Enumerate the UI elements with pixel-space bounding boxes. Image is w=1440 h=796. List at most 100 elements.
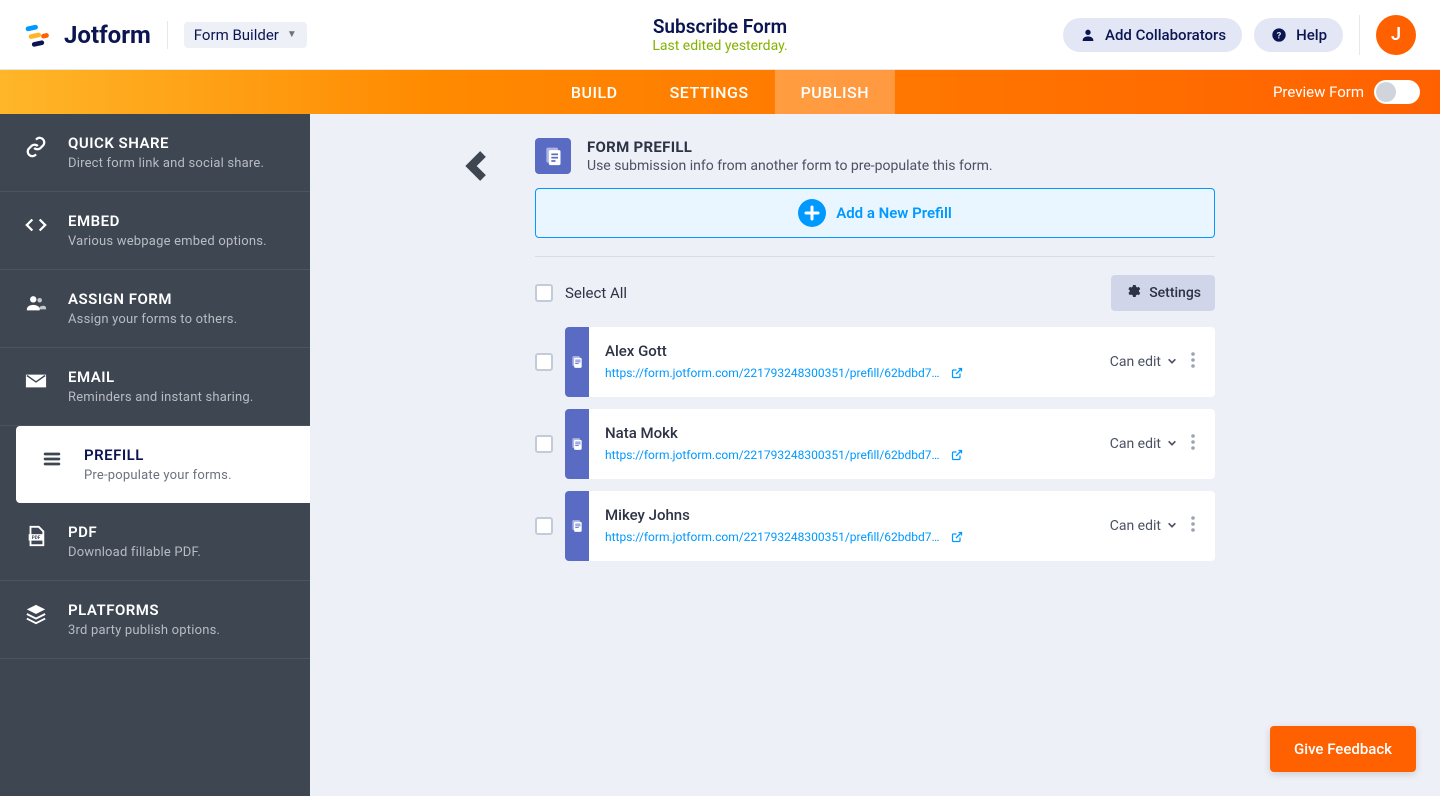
sidebar-item-title: ASSIGN FORM: [68, 290, 237, 308]
form-builder-label: Form Builder: [194, 26, 279, 44]
more-options-button[interactable]: [1187, 430, 1199, 458]
divider: [1359, 15, 1360, 55]
feedback-label: Give Feedback: [1294, 740, 1392, 758]
prefill-row: Mikey Johns https://form.jotform.com/221…: [535, 491, 1215, 561]
external-link-icon[interactable]: [951, 364, 963, 383]
link-icon: [22, 136, 50, 158]
users-icon: [22, 292, 50, 314]
prefill-list: Alex Gott https://form.jotform.com/22179…: [535, 327, 1215, 561]
sidebar-item-sub: Pre-populate your forms.: [84, 468, 232, 483]
sidebar-item-sub: Assign your forms to others.: [68, 312, 237, 327]
header-actions: Add Collaborators ? Help J: [1063, 15, 1416, 55]
svg-text:PDF: PDF: [32, 535, 41, 541]
sidebar-item-sub: Reminders and instant sharing.: [68, 390, 253, 405]
prefill-card: Nata Mokk https://form.jotform.com/22179…: [565, 409, 1215, 479]
sidebar-item-sub: 3rd party publish options.: [68, 623, 220, 638]
row-checkbox[interactable]: [535, 435, 553, 453]
tab-build[interactable]: BUILD: [545, 70, 644, 114]
form-title-block: Subscribe Form Last edited yesterday.: [652, 15, 787, 54]
avatar-initial: J: [1391, 24, 1401, 45]
form-icon: [565, 491, 589, 561]
add-prefill-label: Add a New Prefill: [836, 204, 952, 222]
code-icon: [22, 214, 50, 236]
tab-publish[interactable]: PUBLISH: [775, 70, 896, 114]
sidebar-item-sub: Download fillable PDF.: [68, 545, 201, 560]
top-header: Jotform Form Builder ▼ Subscribe Form La…: [0, 0, 1440, 70]
panel-subtitle: Use submission info from another form to…: [587, 158, 993, 174]
give-feedback-button[interactable]: Give Feedback: [1270, 726, 1416, 772]
back-button[interactable]: [465, 148, 489, 188]
prefill-name: Alex Gott: [605, 342, 1110, 360]
sidebar-item-title: PREFILL: [84, 446, 232, 464]
layers-icon: [22, 603, 50, 625]
divider: [535, 256, 1215, 257]
sidebar-item-title: PLATFORMS: [68, 601, 220, 619]
user-icon: [1079, 26, 1097, 44]
sidebar-item-title: QUICK SHARE: [68, 134, 264, 152]
form-prefill-icon: [535, 138, 571, 174]
more-options-button[interactable]: [1187, 348, 1199, 376]
form-builder-dropdown[interactable]: Form Builder ▼: [184, 22, 307, 48]
sidebar-item-platforms[interactable]: PLATFORMS 3rd party publish options.: [0, 581, 310, 659]
last-edited: Last edited yesterday.: [652, 38, 787, 54]
help-button[interactable]: ? Help: [1254, 18, 1343, 52]
sidebar-item-pdf[interactable]: PDF PDF Download fillable PDF.: [0, 503, 310, 581]
chevron-down-icon: [1167, 518, 1177, 534]
divider: [167, 21, 168, 49]
prefill-url[interactable]: https://form.jotform.com/221793248300351…: [605, 366, 945, 380]
prefill-settings-button[interactable]: Settings: [1111, 275, 1215, 311]
tabs-bar: BUILD SETTINGS PUBLISH Preview Form: [0, 70, 1440, 114]
avatar[interactable]: J: [1376, 15, 1416, 55]
sidebar-item-title: EMAIL: [68, 368, 253, 386]
add-prefill-button[interactable]: Add a New Prefill: [535, 188, 1215, 238]
logo[interactable]: Jotform: [24, 21, 151, 49]
sidebar-item-embed[interactable]: EMBED Various webpage embed options.: [0, 192, 310, 270]
prefill-name: Mikey Johns: [605, 506, 1110, 524]
select-all-checkbox[interactable]: [535, 284, 553, 302]
tabs: BUILD SETTINGS PUBLISH: [545, 70, 895, 114]
preview-form-label: Preview Form: [1273, 83, 1364, 101]
prefill-row: Alex Gott https://form.jotform.com/22179…: [535, 327, 1215, 397]
list-controls: Select All Settings: [535, 275, 1215, 311]
chevron-down-icon: ▼: [287, 29, 297, 40]
form-icon: [565, 409, 589, 479]
sidebar-item-assign-form[interactable]: ASSIGN FORM Assign your forms to others.: [0, 270, 310, 348]
sidebar-item-title: EMBED: [68, 212, 267, 230]
prefill-row: Nata Mokk https://form.jotform.com/22179…: [535, 409, 1215, 479]
gear-icon: [1125, 283, 1141, 303]
form-title: Subscribe Form: [652, 15, 787, 38]
sidebar: QUICK SHARE Direct form link and social …: [0, 114, 310, 796]
permission-label: Can edit: [1110, 436, 1161, 452]
sidebar-item-email[interactable]: EMAIL Reminders and instant sharing.: [0, 348, 310, 426]
more-options-button[interactable]: [1187, 512, 1199, 540]
tab-settings[interactable]: SETTINGS: [644, 70, 775, 114]
preview-form-toggle-wrap: Preview Form: [1273, 80, 1440, 104]
settings-label: Settings: [1149, 285, 1201, 301]
select-all-label: Select All: [565, 284, 627, 302]
external-link-icon[interactable]: [951, 528, 963, 547]
prefill-url[interactable]: https://form.jotform.com/221793248300351…: [605, 448, 945, 462]
help-icon: ?: [1270, 26, 1288, 44]
help-label: Help: [1296, 26, 1327, 44]
permission-dropdown[interactable]: Can edit: [1110, 436, 1177, 452]
panel-header: FORM PREFILL Use submission info from an…: [535, 138, 1215, 174]
preview-toggle[interactable]: [1374, 80, 1420, 104]
sidebar-item-prefill[interactable]: PREFILL Pre-populate your forms.: [16, 426, 310, 503]
chevron-down-icon: [1167, 436, 1177, 452]
stack-icon: [38, 448, 66, 470]
external-link-icon[interactable]: [951, 446, 963, 465]
sidebar-item-title: PDF: [68, 523, 201, 541]
row-checkbox[interactable]: [535, 517, 553, 535]
main: QUICK SHARE Direct form link and social …: [0, 114, 1440, 796]
sidebar-item-quick-share[interactable]: QUICK SHARE Direct form link and social …: [0, 114, 310, 192]
prefill-card: Mikey Johns https://form.jotform.com/221…: [565, 491, 1215, 561]
permission-dropdown[interactable]: Can edit: [1110, 518, 1177, 534]
logo-text: Jotform: [64, 21, 151, 49]
row-checkbox[interactable]: [535, 353, 553, 371]
sidebar-item-sub: Direct form link and social share.: [68, 156, 264, 171]
toggle-knob: [1376, 82, 1396, 102]
permission-dropdown[interactable]: Can edit: [1110, 354, 1177, 370]
add-collaborators-button[interactable]: Add Collaborators: [1063, 18, 1242, 52]
form-icon: [565, 327, 589, 397]
prefill-url[interactable]: https://form.jotform.com/221793248300351…: [605, 530, 945, 544]
